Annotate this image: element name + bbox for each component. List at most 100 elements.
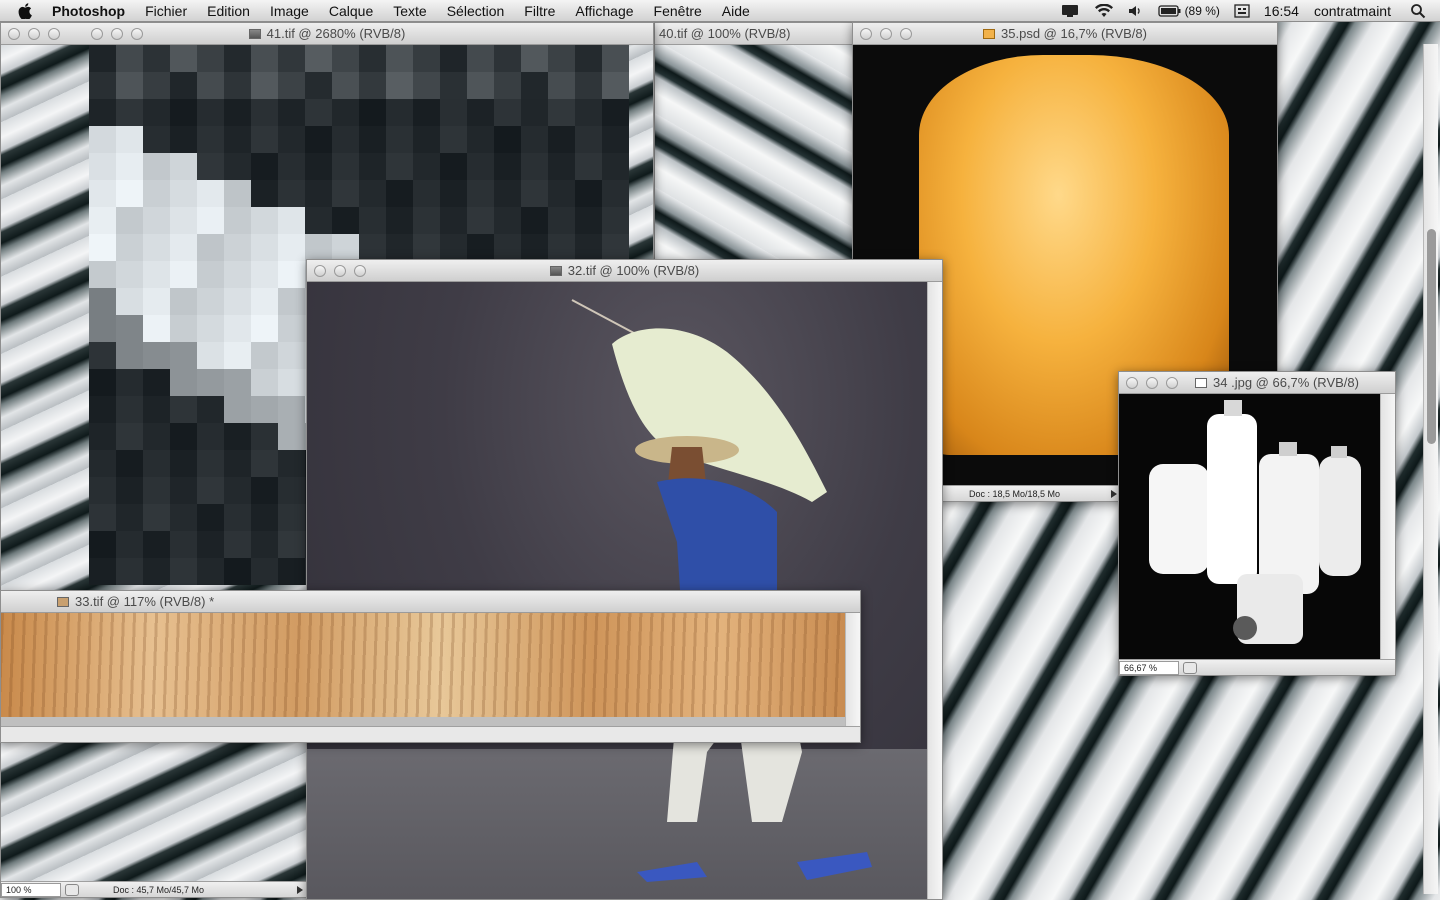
menu-app-name[interactable]: Photoshop <box>46 0 135 22</box>
mosaic-pixel <box>278 261 305 288</box>
status-menu-icon[interactable] <box>1183 661 1197 674</box>
window-titlebar[interactable]: 34 .jpg @ 66,7% (RVB/8) <box>1119 372 1395 394</box>
mosaic-pixel <box>413 180 440 207</box>
mosaic-pixel <box>170 180 197 207</box>
close-button[interactable] <box>1126 377 1138 389</box>
menu-calque[interactable]: Calque <box>319 0 383 22</box>
minimize-button[interactable] <box>334 265 346 277</box>
close-button[interactable] <box>8 28 20 40</box>
mosaic-pixel <box>89 207 116 234</box>
zoom-button[interactable] <box>1166 377 1178 389</box>
mosaic-pixel <box>197 342 224 369</box>
mosaic-pixel <box>170 396 197 423</box>
menu-selection[interactable]: Sélection <box>437 0 515 22</box>
zoom-button[interactable] <box>131 28 143 40</box>
zoom-button[interactable] <box>354 265 366 277</box>
user-name[interactable]: contratmaint <box>1306 3 1403 19</box>
mosaic-pixel <box>116 450 143 477</box>
mosaic-pixel <box>143 558 170 585</box>
menu-filtre[interactable]: Filtre <box>514 0 565 22</box>
mosaic-pixel <box>170 450 197 477</box>
close-button[interactable] <box>860 28 872 40</box>
mosaic-pixel <box>251 315 278 342</box>
mosaic-pixel <box>413 72 440 99</box>
mosaic-pixel <box>359 72 386 99</box>
minimize-button[interactable] <box>111 28 123 40</box>
window-titlebar[interactable]: 33.tif @ 117% (RVB/8) * <box>1 591 860 613</box>
mosaic-pixel <box>224 558 251 585</box>
mosaic-pixel <box>278 72 305 99</box>
scroll-thumb[interactable] <box>1427 229 1436 444</box>
status-menu-icon[interactable] <box>65 883 79 896</box>
mosaic-pixel <box>89 180 116 207</box>
mosaic-pixel <box>116 45 143 72</box>
mosaic-pixel <box>602 72 629 99</box>
mosaic-pixel <box>440 126 467 153</box>
mosaic-pixel <box>89 504 116 531</box>
mosaic-pixel <box>278 504 305 531</box>
mosaic-pixel <box>251 99 278 126</box>
mosaic-pixel <box>89 99 116 126</box>
mosaic-pixel <box>305 99 332 126</box>
menu-affichage[interactable]: Affichage <box>565 0 643 22</box>
desktop-window-scrollbar[interactable] <box>1423 44 1438 894</box>
status-arrow-icon[interactable] <box>297 885 303 894</box>
mosaic-pixel <box>251 261 278 288</box>
document-icon <box>1195 377 1208 388</box>
display-icon[interactable] <box>1053 4 1087 18</box>
wifi-icon[interactable] <box>1087 3 1121 18</box>
mosaic-pixel <box>251 180 278 207</box>
window-titlebar[interactable]: 32.tif @ 100% (RVB/8) <box>307 260 942 282</box>
mosaic-pixel <box>143 234 170 261</box>
image-canvas[interactable] <box>1119 394 1380 659</box>
mosaic-pixel <box>359 180 386 207</box>
mosaic-pixel <box>143 342 170 369</box>
zoom-button[interactable] <box>900 28 912 40</box>
menu-texte[interactable]: Texte <box>383 0 436 22</box>
apple-logo-icon[interactable] <box>16 2 34 20</box>
menu-aide[interactable]: Aide <box>712 0 760 22</box>
minimize-button[interactable] <box>28 28 40 40</box>
menu-fenetre[interactable]: Fenêtre <box>644 0 712 22</box>
mosaic-pixel <box>224 72 251 99</box>
volume-icon[interactable] <box>1121 4 1151 18</box>
mosaic-pixel <box>170 369 197 396</box>
status-arrow-icon[interactable] <box>1111 489 1117 498</box>
window-controls <box>860 28 912 40</box>
mosaic-pixel <box>170 72 197 99</box>
menu-image[interactable]: Image <box>260 0 319 22</box>
mosaic-pixel <box>224 153 251 180</box>
mosaic-pixel <box>494 207 521 234</box>
mosaic-pixel <box>278 396 305 423</box>
mosaic-pixel <box>170 504 197 531</box>
mosaic-pixel <box>386 180 413 207</box>
zoom-button[interactable] <box>48 28 60 40</box>
keyboard-icon[interactable] <box>1227 3 1257 18</box>
image-canvas[interactable] <box>1 613 845 726</box>
vertical-scrollbar[interactable] <box>1380 394 1395 659</box>
menu-fichier[interactable]: Fichier <box>135 0 197 22</box>
mosaic-pixel <box>170 207 197 234</box>
spotlight-search-icon[interactable] <box>1403 3 1440 19</box>
window-titlebar[interactable]: 40.tif @ 100% (RVB/8) <box>655 23 853 45</box>
image-canvas[interactable] <box>655 45 853 261</box>
close-button[interactable] <box>91 28 103 40</box>
mosaic-pixel <box>116 126 143 153</box>
minimize-button[interactable] <box>1146 377 1158 389</box>
vertical-scrollbar[interactable] <box>845 613 860 726</box>
mosaic-pixel <box>116 180 143 207</box>
mosaic-pixel <box>413 99 440 126</box>
battery-status[interactable]: (89 %) <box>1151 4 1227 18</box>
menu-edition[interactable]: Edition <box>197 0 260 22</box>
mosaic-pixel <box>359 126 386 153</box>
minimize-button[interactable] <box>880 28 892 40</box>
mosaic-pixel <box>224 180 251 207</box>
zoom-field[interactable]: 66,67 % <box>1119 660 1179 675</box>
clock[interactable]: 16:54 <box>1257 3 1306 19</box>
mosaic-pixel <box>278 126 305 153</box>
document-window-33: 33.tif @ 117% (RVB/8) * <box>0 590 861 743</box>
window-titlebar[interactable]: 35.psd @ 16,7% (RVB/8) <box>853 23 1277 45</box>
vertical-scrollbar[interactable] <box>927 282 942 899</box>
close-button[interactable] <box>314 265 326 277</box>
zoom-field[interactable]: 100 % <box>1 882 61 897</box>
